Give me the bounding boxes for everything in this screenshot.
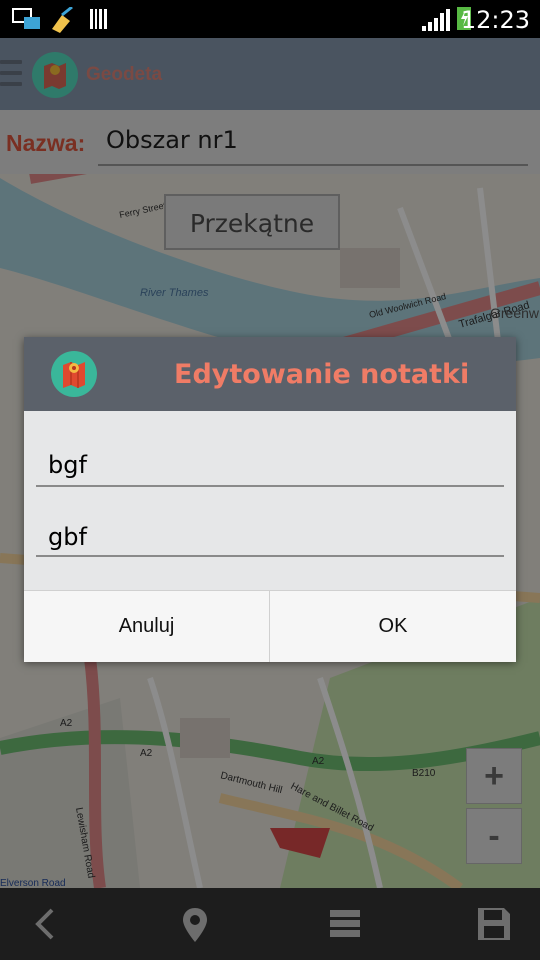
note-field-2-underline <box>36 555 504 557</box>
save-icon[interactable] <box>476 906 512 942</box>
bottom-nav-bar <box>0 888 540 960</box>
location-pin-icon[interactable] <box>180 906 210 944</box>
name-input[interactable]: Obszar nr1 <box>106 126 238 154</box>
status-bar: 12:23 <box>0 0 540 38</box>
edit-note-dialog: Edytowanie notatki bgf gbf Anuluj OK <box>24 337 516 662</box>
name-input-underline <box>98 164 528 166</box>
diagonals-button[interactable]: Przekątne <box>164 194 340 250</box>
note-field-2-text[interactable]: gbf <box>48 523 87 551</box>
map-logo-icon <box>51 351 97 397</box>
computer-icon <box>12 8 40 29</box>
note-field-1-underline <box>36 485 504 487</box>
dialog-header: Edytowanie notatki <box>24 337 516 411</box>
dialog-button-row: Anuluj OK <box>24 590 516 662</box>
ok-button[interactable]: OK <box>270 591 516 662</box>
zoom-out-button[interactable]: - <box>466 808 522 864</box>
app-title: Geodeta <box>86 64 163 85</box>
app-bar: Geodeta <box>0 38 540 110</box>
cancel-button[interactable]: Anuluj <box>24 591 270 662</box>
hamburger-icon[interactable] <box>0 60 22 93</box>
name-bar: Nazwa: Obszar nr1 <box>0 110 540 174</box>
status-time: 12:23 <box>460 6 530 34</box>
signal-icon <box>422 9 450 31</box>
list-icon[interactable] <box>328 906 362 942</box>
back-icon[interactable] <box>32 906 58 942</box>
map-logo-icon <box>32 52 78 98</box>
barcode-icon <box>90 9 107 29</box>
note-field-1-text[interactable]: bgf <box>48 451 87 479</box>
dialog-title: Edytowanie notatki <box>174 359 470 390</box>
cleaner-icon <box>52 7 73 33</box>
zoom-in-button[interactable]: + <box>466 748 522 804</box>
name-label: Nazwa: <box>6 130 86 156</box>
